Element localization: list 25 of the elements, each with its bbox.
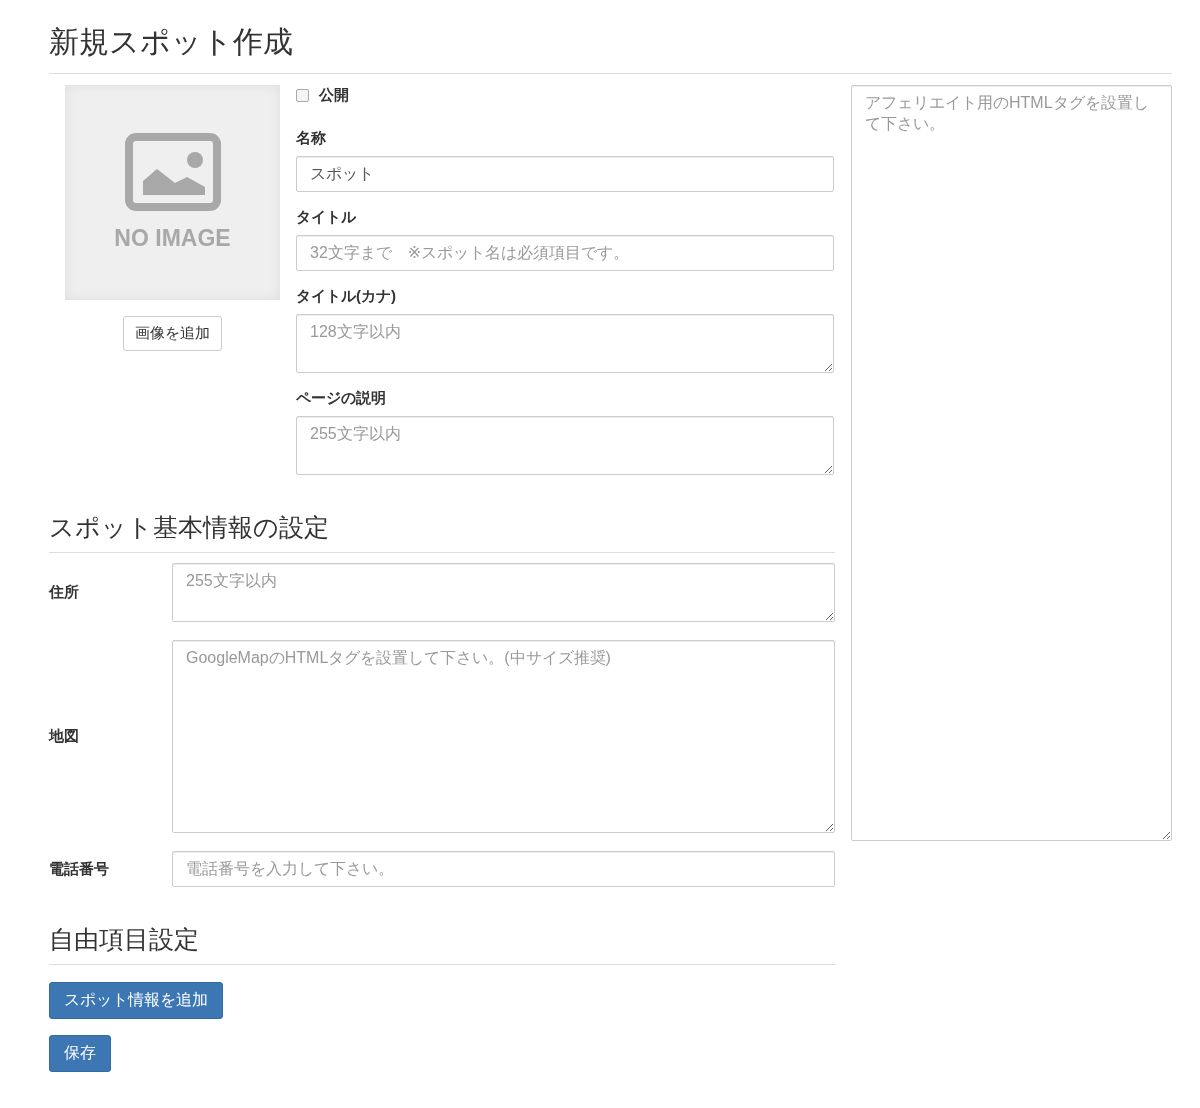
field-label: ページの説明: [296, 389, 387, 408]
save-button[interactable]: 保存: [49, 1035, 111, 1072]
text-area[interactable]: 255文字以内: [296, 416, 834, 475]
section-title: 自由項目設定: [49, 923, 835, 965]
field-label: 電話番号: [49, 859, 110, 879]
field-label: 地図: [49, 727, 80, 746]
text-area[interactable]: 128文字以内: [296, 314, 834, 373]
add-image-button[interactable]: 画像を追加: [123, 316, 222, 351]
page-title: 新規スポット作成: [49, 22, 1172, 74]
checkbox[interactable]: [296, 88, 309, 102]
field-label: 住所: [49, 583, 80, 602]
field-label: タイトル: [296, 208, 357, 227]
text-area[interactable]: GoogleMapのHTMLタグを設置して下さい。(中サイズ推奨): [172, 640, 835, 833]
section-title: スポット基本情報の設定: [49, 511, 835, 553]
no-image-text: NO IMAGE: [114, 225, 231, 252]
text-area[interactable]: 255文字以内: [172, 563, 835, 622]
checkbox-label: 公開: [319, 85, 349, 105]
text-field[interactable]: 32文字まで ※スポット名は必須項目です。: [296, 235, 834, 271]
text-field[interactable]: 電話番号を入力して下さい。: [172, 851, 835, 887]
text-field[interactable]: スポット: [296, 156, 834, 192]
field-label: タイトル(カナ): [296, 287, 397, 306]
image-icon: [124, 133, 221, 211]
affiliate-tag-area[interactable]: アフェリエイト用のHTMLタグを設置して下さい。: [851, 85, 1172, 841]
field-label: 名称: [296, 129, 327, 148]
add-spot-info-button[interactable]: スポット情報を追加: [49, 982, 223, 1019]
